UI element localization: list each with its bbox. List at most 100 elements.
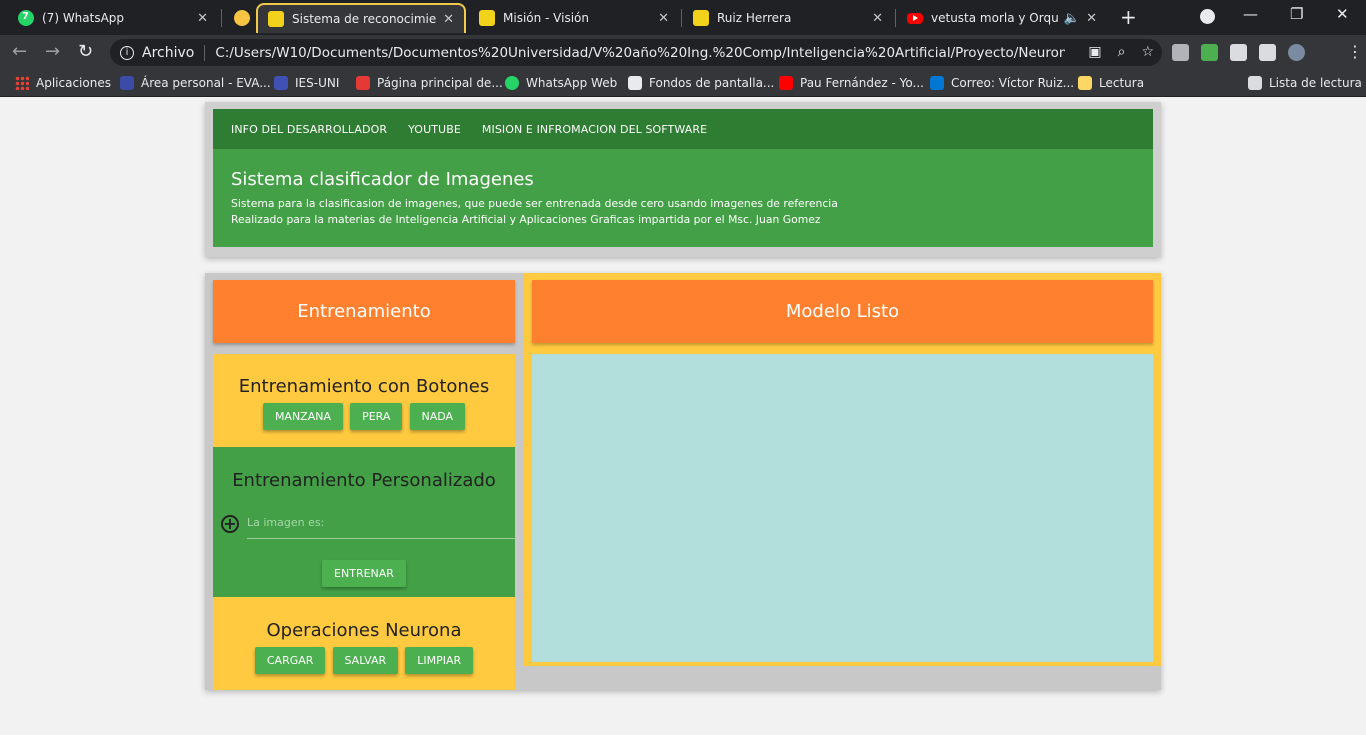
omnibox-icons: ▣ ⌕ ☆: [1088, 44, 1154, 60]
tab-title: Misión - Visión: [503, 11, 589, 25]
bookmark-label: Correo: Víctor Ruiz...: [951, 76, 1075, 90]
model-header: Modelo Listo: [532, 280, 1153, 343]
pera-button[interactable]: PERA: [350, 403, 403, 430]
header-card: INFO DEL DESARROLLADOR YOUTUBE MISION E …: [205, 102, 1161, 257]
tab-title: Ruiz Herrera: [717, 11, 792, 25]
bookmark-pau-fernandez[interactable]: Pau Fernández - Yo...: [779, 76, 924, 90]
training-column: Entrenamiento Entrenamiento con Botones …: [213, 280, 515, 690]
bookmark-apps[interactable]: Aplicaciones: [15, 76, 111, 90]
close-icon[interactable]: ✕: [658, 11, 669, 26]
hero-description: Sistema para la clasificasion de imagene…: [231, 197, 838, 210]
bookmark-label: Aplicaciones: [36, 76, 111, 90]
whatsapp-icon: [18, 10, 34, 26]
bookmark-label: Pau Fernández - Yo...: [800, 76, 924, 90]
menu-icon[interactable]: ⋮: [1347, 42, 1363, 61]
nav-link-developer-info[interactable]: INFO DEL DESARROLLADOR: [231, 123, 387, 136]
tab-search-icon[interactable]: [1200, 9, 1215, 24]
nada-button[interactable]: NADA: [409, 403, 466, 430]
media-icon[interactable]: [1259, 44, 1276, 61]
train-button-row: ENTRENAR: [213, 560, 515, 587]
tab-whatsapp[interactable]: (7) WhatsApp ✕: [8, 3, 218, 33]
bookmark-correo[interactable]: Correo: Víctor Ruiz...: [930, 76, 1074, 90]
info-icon[interactable]: i: [120, 45, 134, 60]
image-label-input[interactable]: [247, 507, 515, 539]
custom-training-title: Entrenamiento Personalizado: [232, 470, 496, 491]
operations-title: Operaciones Neurona: [266, 620, 462, 641]
hero-banner: Sistema clasificador de Imagenes Sistema…: [213, 149, 1153, 247]
new-tab-button[interactable]: +: [1120, 5, 1137, 29]
save-button[interactable]: SALVAR: [332, 647, 399, 674]
address-bar[interactable]: i Archivo C:/Users/W10/Documents/Documen…: [110, 39, 1162, 66]
restore-icon[interactable]: ❐: [1290, 5, 1303, 23]
close-window-icon[interactable]: ✕: [1336, 5, 1349, 23]
add-circle-icon[interactable]: +: [221, 515, 239, 533]
bookmark-whatsapp-web[interactable]: WhatsApp Web: [505, 76, 617, 90]
puzzle-icon[interactable]: [1230, 44, 1247, 61]
bookmark-fondos[interactable]: Fondos de pantalla...: [628, 76, 774, 90]
tab-ruiz-herrera[interactable]: Ruiz Herrera ✕: [683, 3, 893, 33]
tab-separator: [681, 9, 682, 27]
manzana-button[interactable]: MANZANA: [262, 403, 343, 430]
office-icon: [356, 76, 370, 90]
reading-list-icon: [1248, 76, 1262, 90]
youtube-icon: [779, 76, 793, 90]
page-title: Sistema clasificador de Imagenes: [231, 169, 534, 190]
reading-list[interactable]: Lista de lectura: [1248, 76, 1362, 90]
bookmarks-bar: Aplicaciones Área personal - EVA... IES-…: [0, 70, 1366, 97]
bookmark-pagina-principal[interactable]: Página principal de...: [356, 76, 503, 90]
wallpaper-icon: [628, 76, 642, 90]
close-icon[interactable]: ✕: [197, 11, 208, 26]
tab-youtube[interactable]: vetusta morla y Orquest 🔈 ✕: [897, 3, 1107, 33]
address-url[interactable]: C:/Users/W10/Documents/Documentos%20Univ…: [215, 45, 1065, 61]
reload-icon[interactable]: ↻: [78, 41, 93, 62]
outlook-icon: [930, 76, 944, 90]
operations-buttons: CARGAR SALVAR LIMPIAR: [213, 647, 515, 674]
nav-link-mission[interactable]: MISION E INFROMACION DEL SOFTWARE: [482, 123, 707, 136]
crown-icon: [268, 11, 284, 27]
bookmark-star-icon[interactable]: ☆: [1141, 44, 1154, 60]
close-icon[interactable]: ✕: [443, 12, 454, 27]
bookmark-lectura[interactable]: Lectura: [1078, 76, 1144, 90]
tab-separator: [221, 9, 222, 27]
browser-tab-bar: (7) WhatsApp ✕ Sistema de reconocimiento…: [0, 0, 1366, 35]
bookmark-eva[interactable]: Área personal - EVA...: [120, 76, 271, 90]
model-column: Modelo Listo: [524, 273, 1161, 666]
profile-avatar[interactable]: [1288, 44, 1305, 61]
bookmark-label: IES-UNI: [295, 76, 340, 90]
pdf-extension-icon[interactable]: [1172, 44, 1189, 61]
address-divider: [204, 44, 206, 61]
blocked-popup-icon[interactable]: ▣: [1088, 44, 1101, 60]
zoom-icon[interactable]: ⌕: [1118, 44, 1126, 60]
main-card: Entrenamiento Entrenamiento con Botones …: [205, 273, 1161, 690]
minimize-icon[interactable]: —: [1243, 5, 1258, 23]
speaker-icon[interactable]: 🔈: [1064, 11, 1080, 26]
tab-title: (7) WhatsApp: [42, 11, 125, 25]
train-button[interactable]: ENTRENAR: [322, 560, 406, 587]
address-scheme: Archivo: [142, 44, 195, 61]
close-icon[interactable]: ✕: [872, 11, 883, 26]
color-extension-icon[interactable]: [1201, 44, 1218, 61]
nav-link-youtube[interactable]: YOUTUBE: [408, 123, 461, 136]
apps-grid-icon: [15, 76, 29, 90]
bookmark-ies-uni[interactable]: IES-UNI: [274, 76, 339, 90]
neuron-operations-panel: Operaciones Neurona CARGAR SALVAR LIMPIA…: [213, 597, 515, 690]
top-nav: INFO DEL DESARROLLADOR YOUTUBE MISION E …: [213, 109, 1153, 149]
forward-icon[interactable]: →: [45, 41, 60, 62]
bookmark-label: Lista de lectura: [1269, 76, 1362, 90]
youtube-icon: [907, 12, 923, 24]
tab-title: Sistema de reconocimiento: [292, 12, 437, 26]
tab-mision-vision[interactable]: Misión - Visión ✕: [469, 3, 679, 33]
button-training-panel: Entrenamiento con Botones MANZANA PERA N…: [213, 354, 515, 447]
crown-icon: [693, 10, 709, 26]
tab-separator: [895, 9, 896, 27]
close-icon[interactable]: ✕: [1086, 11, 1097, 26]
tab-sistema-reconocimiento[interactable]: Sistema de reconocimiento ✕: [256, 3, 466, 33]
eva-icon: [120, 76, 134, 90]
tab-pinned[interactable]: [224, 3, 254, 33]
back-icon[interactable]: ←: [12, 41, 27, 62]
load-button[interactable]: CARGAR: [254, 647, 326, 674]
bookmark-label: Fondos de pantalla...: [649, 76, 775, 90]
clear-button[interactable]: LIMPIAR: [405, 647, 474, 674]
model-output-area: [532, 354, 1153, 662]
class-buttons: MANZANA PERA NADA: [213, 403, 515, 430]
